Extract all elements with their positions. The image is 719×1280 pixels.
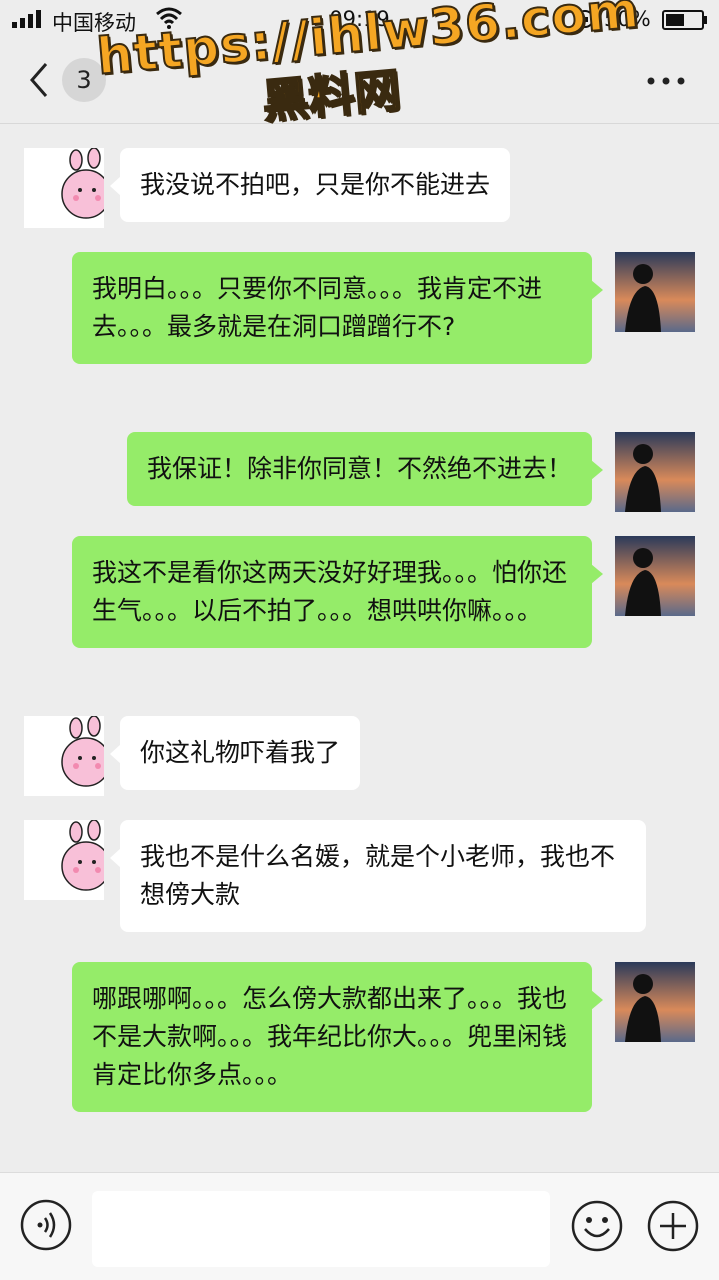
person-silhouette-avatar-icon	[615, 252, 695, 332]
bunny-avatar-icon	[24, 716, 104, 796]
person-silhouette-avatar-icon	[615, 536, 695, 616]
back-arrow-icon[interactable]	[24, 60, 56, 100]
message-bubble[interactable]: 你这礼物吓着我了	[109, 716, 361, 790]
bunny-avatar-icon	[24, 148, 104, 228]
person-silhouette-avatar-icon	[615, 432, 695, 512]
chat-screen: 中国移动 09:19 50% 3 我没说不拍吧，只是你不能进去 我明白。。。只要…	[0, 0, 719, 1280]
message-bubble[interactable]: 我这不是看你这两天没好好理我。。。怕你还生气。。。以后不拍了。。。想哄哄你嘛。。…	[72, 536, 603, 648]
message-list[interactable]: 我没说不拍吧，只是你不能进去 我明白。。。只要你不同意。。。我肯定不进去。。。最…	[0, 124, 719, 1172]
my-avatar[interactable]	[615, 432, 695, 512]
contact-avatar[interactable]	[24, 148, 104, 228]
nav-bar: 3	[0, 40, 719, 124]
battery-percent: 50%	[604, 7, 651, 31]
contact-avatar[interactable]	[24, 716, 104, 796]
bunny-avatar-icon	[24, 820, 104, 900]
message-bubble[interactable]: 我没说不拍吧，只是你不能进去	[109, 148, 511, 222]
status-bar: 中国移动 09:19 50%	[0, 0, 719, 40]
message-bubble[interactable]: 我也不是什么名媛，就是个小老师，我也不想傍大款	[110, 820, 646, 932]
message-bubble[interactable]: 我保证！除非你同意！不然绝不进去！	[126, 432, 604, 506]
unread-count-badge[interactable]: 3	[62, 58, 106, 102]
message-bubble[interactable]: 我明白。。。只要你不同意。。。我肯定不进去。。。最多就是在洞口蹭蹭行不?	[72, 252, 603, 364]
more-icon[interactable]	[646, 76, 686, 86]
my-avatar[interactable]	[615, 962, 695, 1042]
rotation-lock-icon	[576, 10, 594, 28]
my-avatar[interactable]	[615, 252, 695, 332]
voice-icon[interactable]	[20, 1199, 72, 1251]
message-input[interactable]	[92, 1191, 550, 1267]
input-bar	[0, 1172, 719, 1280]
my-avatar[interactable]	[615, 536, 695, 616]
message-bubble[interactable]: 哪跟哪啊。。。怎么傍大款都出来了。。。我也不是大款啊。。。我年纪比你大。。。兜里…	[72, 962, 603, 1112]
person-silhouette-avatar-icon	[615, 962, 695, 1042]
battery-icon	[662, 10, 707, 30]
plus-icon[interactable]	[646, 1199, 700, 1253]
contact-avatar[interactable]	[24, 820, 104, 900]
emoji-icon[interactable]	[570, 1199, 624, 1253]
